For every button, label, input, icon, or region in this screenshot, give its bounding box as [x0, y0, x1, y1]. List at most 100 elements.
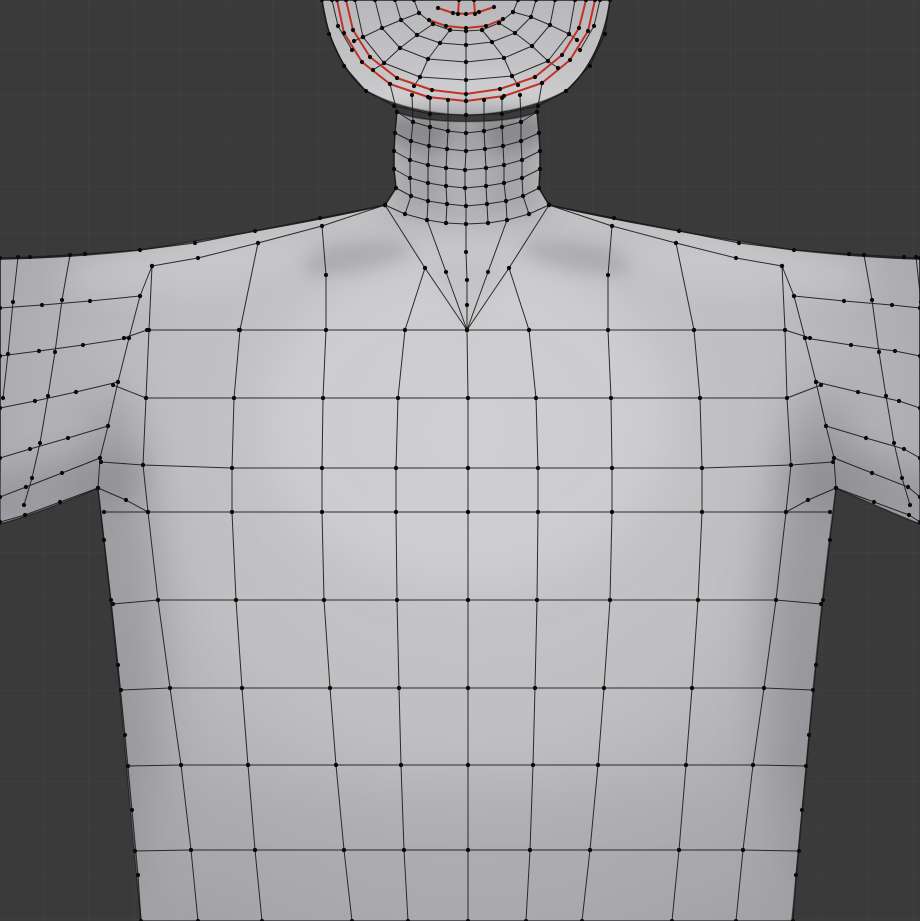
mesh-vertex[interactable]	[68, 253, 72, 257]
mesh-vertex[interactable]	[6, 352, 10, 356]
mesh-vertex[interactable]	[240, 686, 244, 690]
mesh-vertex[interactable]	[519, 139, 523, 143]
mesh-vertex[interactable]	[502, 94, 506, 98]
mesh-vertex[interactable]	[138, 294, 142, 298]
mesh-vertex[interactable]	[808, 336, 812, 340]
mesh-vertex[interactable]	[146, 510, 150, 514]
mesh-vertex[interactable]	[490, 40, 494, 44]
mesh-vertex[interactable]	[762, 686, 766, 690]
selected-edge[interactable]	[474, 0, 475, 14]
mesh-vertex[interactable]	[40, 303, 44, 307]
mesh-vertex[interactable]	[464, 92, 468, 96]
mesh-vertex[interactable]	[396, 396, 400, 400]
mesh-vertex[interactable]	[23, 513, 27, 517]
mesh-vertex[interactable]	[527, 328, 531, 332]
mesh-vertex[interactable]	[425, 218, 429, 222]
mesh-vertex[interactable]	[193, 241, 197, 245]
mesh-vertex[interactable]	[785, 396, 789, 400]
mesh-vertex[interactable]	[412, 84, 416, 88]
mesh-vertex[interactable]	[803, 336, 807, 340]
mesh-vertex[interactable]	[856, 390, 860, 394]
mesh-vertex[interactable]	[534, 396, 538, 400]
mesh-vertex[interactable]	[109, 598, 113, 602]
mesh-vertex[interactable]	[411, 120, 415, 124]
mesh-vertex[interactable]	[351, 28, 355, 32]
mesh-vertex[interactable]	[111, 602, 115, 606]
mesh-vertex[interactable]	[342, 31, 346, 35]
mesh-vertex[interactable]	[537, 131, 541, 135]
mesh-vertex[interactable]	[483, 147, 487, 151]
mesh-vertex[interactable]	[814, 663, 818, 667]
mesh-vertex[interactable]	[536, 510, 540, 514]
mesh-vertex[interactable]	[892, 441, 896, 445]
mesh-vertex[interactable]	[527, 212, 531, 216]
mesh-vertex[interactable]	[342, 64, 346, 68]
mesh-vertex[interactable]	[418, 75, 422, 79]
mesh-vertex[interactable]	[388, 82, 392, 86]
mesh-vertex[interactable]	[417, 11, 421, 15]
3d-viewport[interactable]	[0, 0, 920, 921]
mesh-vertex[interactable]	[328, 686, 332, 690]
mesh-vertex[interactable]	[832, 456, 836, 460]
mesh-vertex[interactable]	[602, 686, 606, 690]
mesh-vertex[interactable]	[106, 424, 110, 428]
mesh-vertex[interactable]	[482, 129, 486, 133]
mesh-vertex[interactable]	[124, 498, 128, 502]
mesh-vertex[interactable]	[444, 221, 448, 225]
mesh-vertex[interactable]	[382, 61, 386, 65]
mesh-vertex[interactable]	[890, 303, 894, 307]
mesh-vertex[interactable]	[395, 76, 399, 80]
mesh-vertex[interactable]	[577, 26, 581, 30]
mesh-vertex[interactable]	[133, 849, 137, 853]
mesh-vertex[interactable]	[30, 476, 34, 480]
mesh-vertex[interactable]	[116, 663, 120, 667]
mesh-vertex[interactable]	[126, 764, 130, 768]
mesh-vertex[interactable]	[464, 204, 468, 208]
mesh-vertex[interactable]	[831, 460, 835, 464]
mesh-vertex[interactable]	[502, 56, 506, 60]
mesh-vertex[interactable]	[872, 500, 876, 504]
mesh-vertex[interactable]	[58, 500, 62, 504]
mesh-vertex[interactable]	[364, 89, 368, 93]
mesh-vertex[interactable]	[399, 763, 403, 767]
mesh-vertex[interactable]	[371, 68, 375, 72]
mesh-vertex[interactable]	[324, 273, 328, 277]
mesh-vertex[interactable]	[893, 349, 897, 353]
mesh-vertex[interactable]	[352, 39, 356, 43]
mesh-vertex[interactable]	[700, 466, 704, 470]
mesh-vertex[interactable]	[464, 222, 468, 226]
mesh-vertex[interactable]	[127, 336, 131, 340]
mesh-vertex[interactable]	[674, 241, 678, 245]
mesh-vertex[interactable]	[96, 486, 100, 490]
mesh-vertex[interactable]	[394, 186, 398, 190]
mesh-vertex[interactable]	[484, 166, 488, 170]
mesh-vertex[interactable]	[116, 380, 120, 384]
mesh-vertex[interactable]	[696, 598, 700, 602]
mesh-vertex[interactable]	[168, 686, 172, 690]
mesh-vertex[interactable]	[426, 199, 430, 203]
mesh-vertex[interactable]	[477, 10, 481, 14]
mesh-vertex[interactable]	[466, 396, 470, 400]
mesh-vertex[interactable]	[811, 688, 815, 692]
mesh-vertex[interactable]	[546, 59, 550, 63]
mesh-vertex[interactable]	[256, 241, 260, 245]
mesh-vertex[interactable]	[529, 15, 533, 19]
mesh-vertex[interactable]	[145, 328, 149, 332]
mesh-vertex[interactable]	[821, 598, 825, 602]
mesh-vertex[interactable]	[540, 81, 544, 85]
mesh-vertex[interactable]	[502, 181, 506, 185]
mesh-vertex[interactable]	[531, 763, 535, 767]
mesh-vertex[interactable]	[741, 848, 745, 852]
mesh-vertex[interactable]	[438, 41, 442, 45]
mesh-vertex[interactable]	[334, 763, 338, 767]
mesh-vertex[interactable]	[451, 11, 455, 15]
mesh-vertex[interactable]	[408, 158, 412, 162]
mesh-vertex[interactable]	[800, 808, 804, 812]
mesh-vertex[interactable]	[538, 167, 542, 171]
mesh-vertex[interactable]	[480, 28, 484, 32]
mesh-vertex[interactable]	[403, 328, 407, 332]
mesh-vertex[interactable]	[502, 163, 506, 167]
mesh-vertex[interactable]	[393, 131, 397, 135]
mesh-vertex[interactable]	[465, 303, 469, 307]
mesh-vertex[interactable]	[24, 485, 28, 489]
